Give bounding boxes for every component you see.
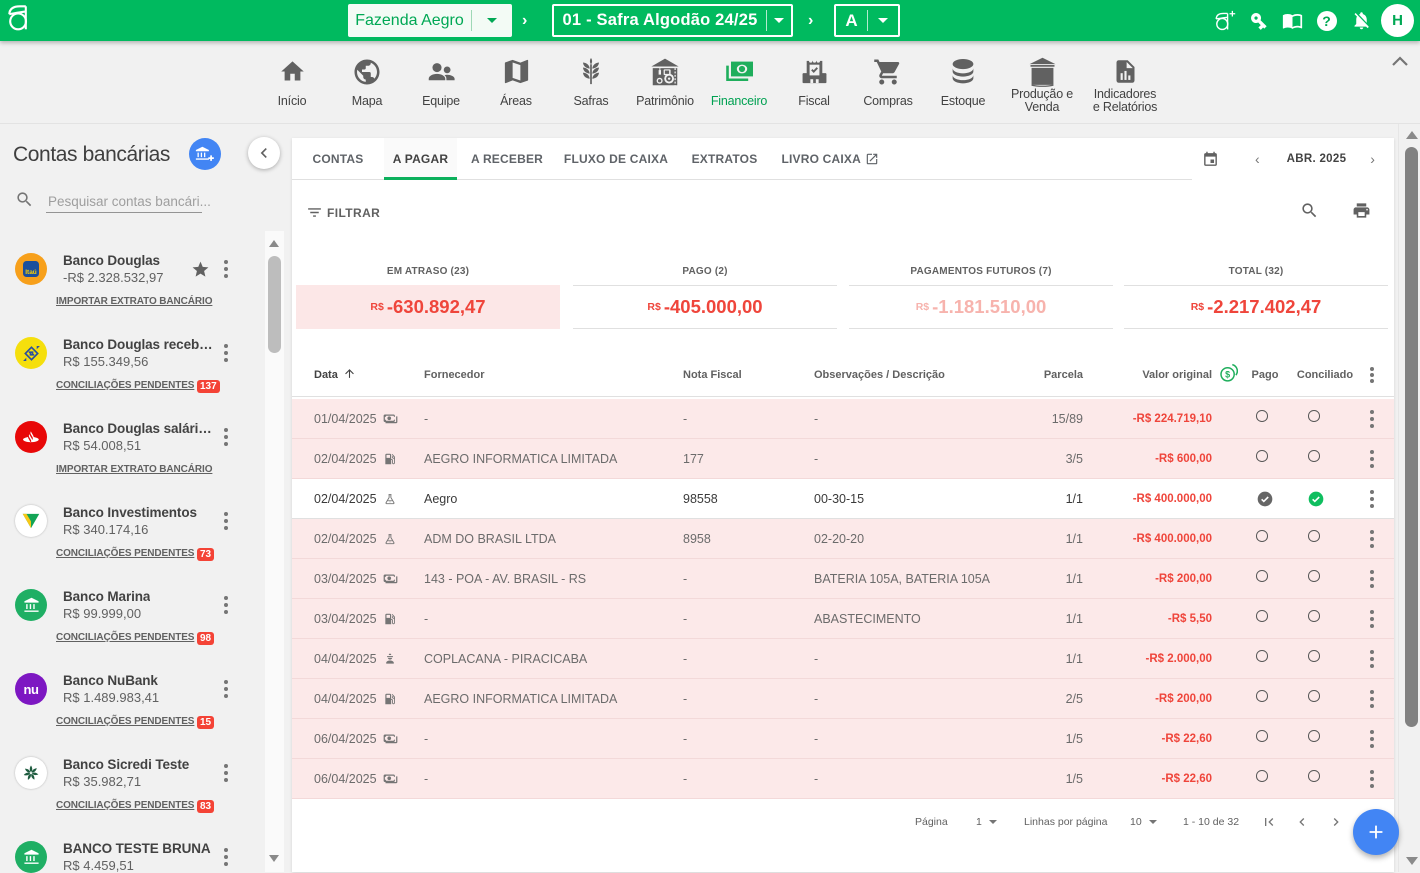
- svg-text:$: $: [1225, 370, 1230, 380]
